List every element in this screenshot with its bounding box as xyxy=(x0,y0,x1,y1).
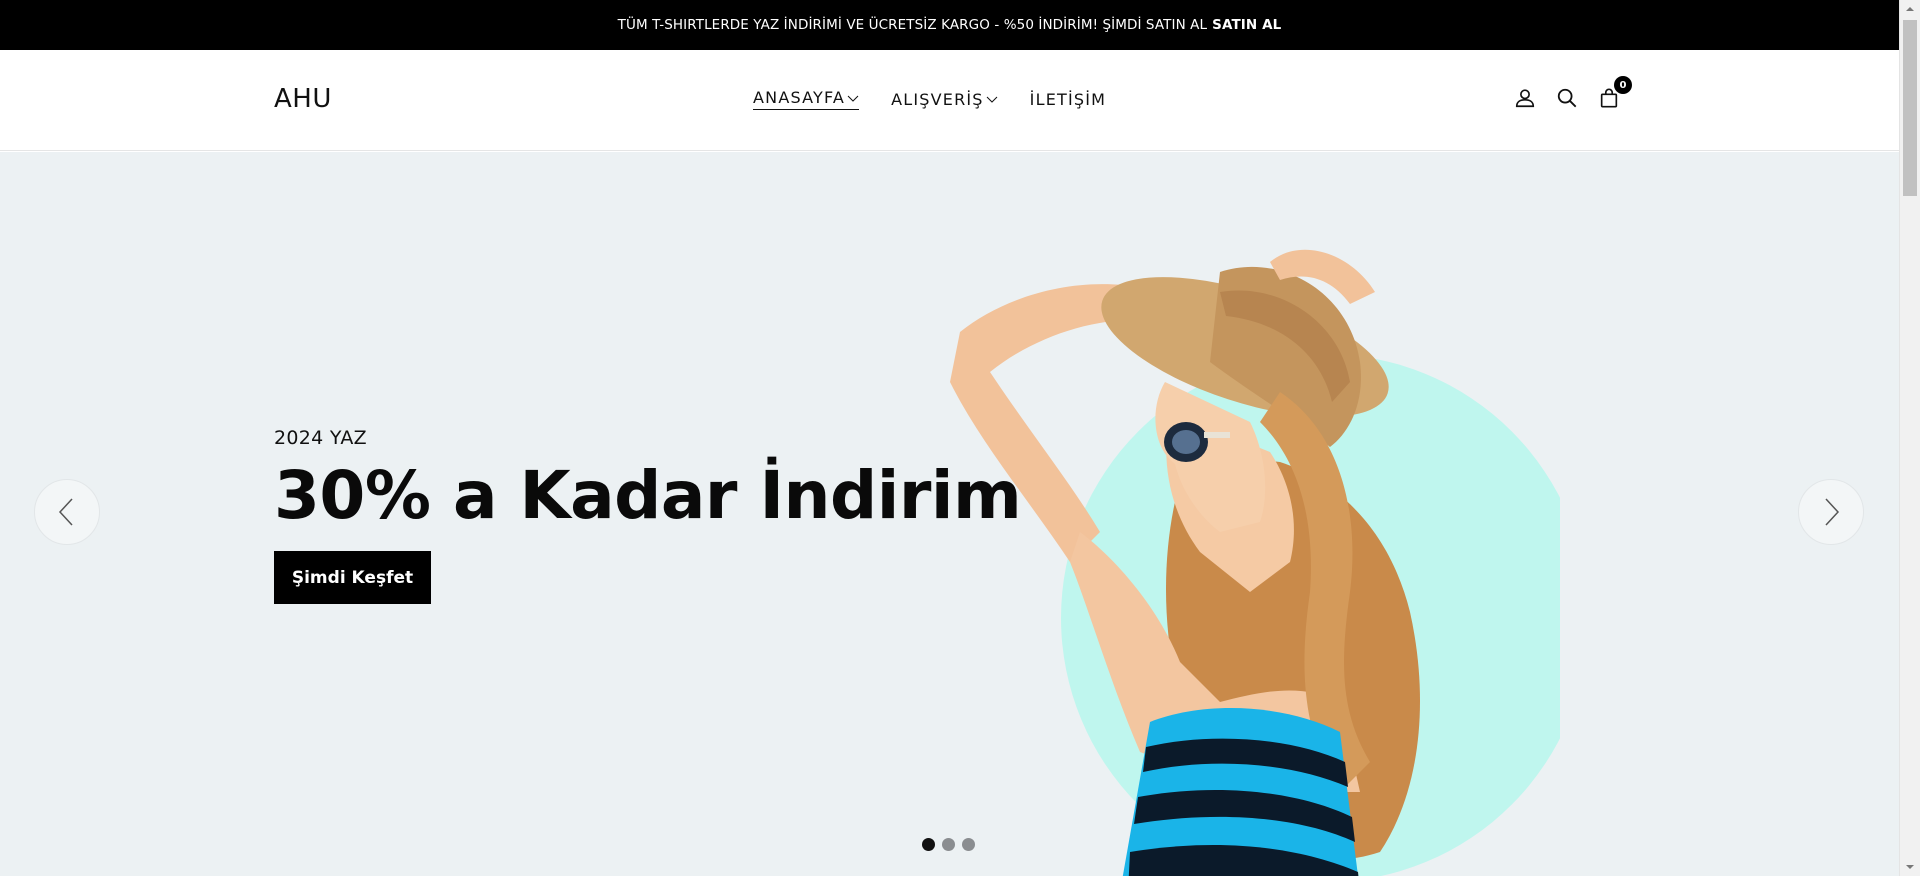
chevron-left-icon xyxy=(58,498,73,526)
nav-item-label: ANASAYFA xyxy=(753,88,846,107)
announcement-bar: TÜM T-SHIRTLERDE YAZ İNDİRİMİ VE ÜCRETSİ… xyxy=(0,0,1899,50)
hero-subtitle: 2024 YAZ xyxy=(274,427,367,449)
chevron-down-icon xyxy=(847,95,859,102)
cart-count-badge: 0 xyxy=(1614,76,1632,94)
header-icons: 0 xyxy=(1512,76,1632,111)
logo[interactable]: AHU xyxy=(274,84,332,114)
nav-item-label: ALIŞVERİŞ xyxy=(891,89,984,109)
prev-slide-button[interactable] xyxy=(34,479,100,545)
nav-item-label: İLETİŞİM xyxy=(1029,89,1107,109)
chevron-down-icon xyxy=(986,96,998,103)
main-nav: ANASAYFA ALIŞVERİŞ İLETİŞİM xyxy=(753,88,1138,110)
scroll-thumb[interactable] xyxy=(1903,20,1917,196)
slider-pagination xyxy=(922,838,975,851)
announcement-text: TÜM T-SHIRTLERDE YAZ İNDİRİMİ VE ÜCRETSİ… xyxy=(617,17,1208,33)
scroll-down-icon[interactable] xyxy=(1905,862,1915,872)
nav-item-anasayfa[interactable]: ANASAYFA xyxy=(753,88,860,110)
page-scrollbar[interactable] xyxy=(1899,0,1920,876)
next-slide-button[interactable] xyxy=(1798,479,1864,545)
slide-dot[interactable] xyxy=(922,838,935,851)
search-icon[interactable] xyxy=(1554,85,1580,111)
hero-title: 30% a Kadar İndirim xyxy=(274,457,1022,534)
nav-item-iletisim[interactable]: İLETİŞİM xyxy=(1030,88,1107,110)
shopping-bag-icon[interactable]: 0 xyxy=(1596,76,1632,111)
announcement-link[interactable]: SATIN AL xyxy=(1212,17,1281,33)
hero-slider: 2024 YAZ 30% a Kadar İndirim Şimdi Keşfe… xyxy=(0,152,1899,876)
hero-image xyxy=(950,249,1560,876)
slide-dot[interactable] xyxy=(942,838,955,851)
user-icon[interactable] xyxy=(1512,85,1538,111)
slide-dot[interactable] xyxy=(962,838,975,851)
chevron-right-icon xyxy=(1825,498,1840,526)
site-header: AHU ANASAYFA ALIŞVERİŞ İLETİŞİM 0 xyxy=(0,50,1899,151)
explore-now-button[interactable]: Şimdi Keşfet xyxy=(274,551,431,604)
nav-item-alisveris[interactable]: ALIŞVERİŞ xyxy=(891,88,998,110)
scroll-up-icon[interactable] xyxy=(1905,4,1915,14)
